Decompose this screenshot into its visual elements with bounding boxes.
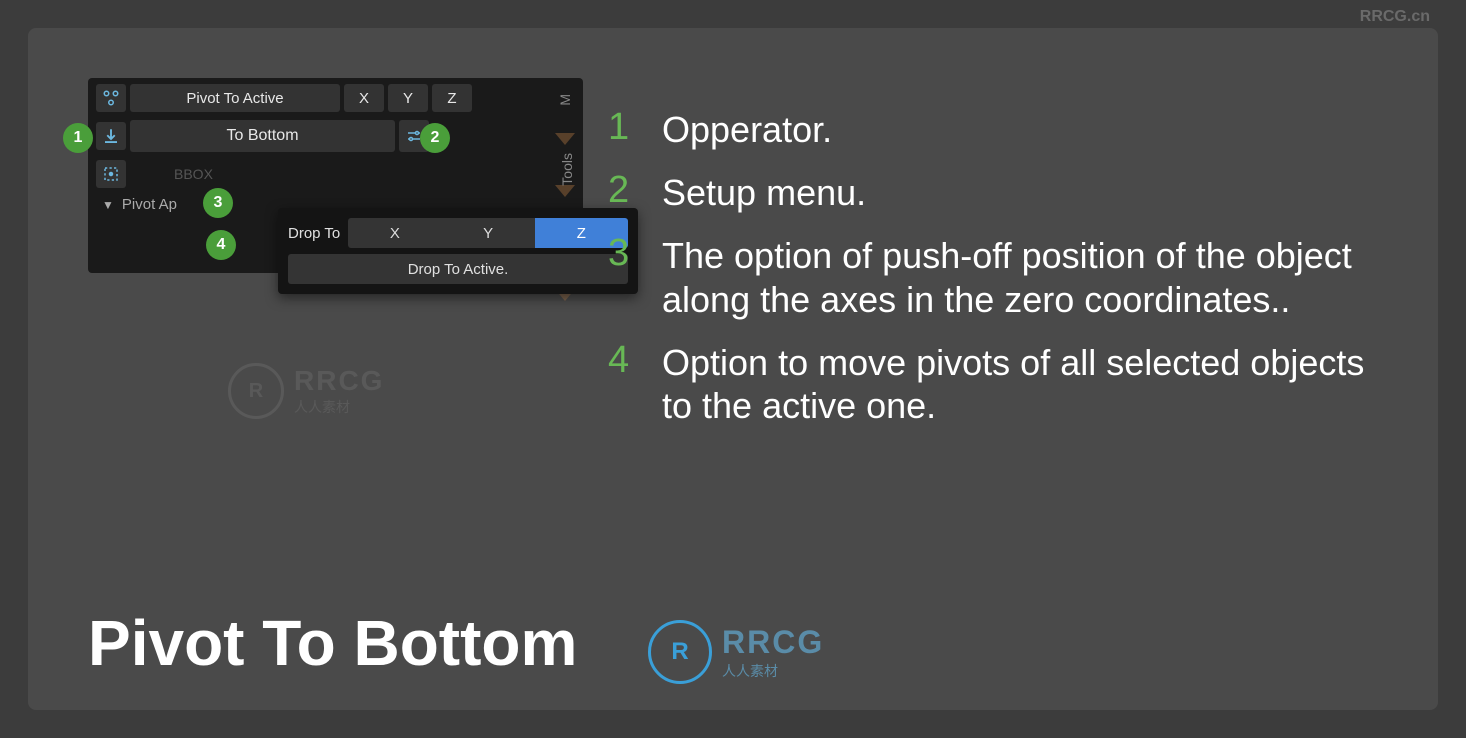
vertical-m-label: M: [557, 94, 573, 106]
pivot-apply-label: Pivot Ap: [122, 196, 177, 213]
legend-list: 1 Opperator. 2 Setup menu. 3 The option …: [608, 106, 1378, 445]
drop-to-axis-group: X Y Z: [348, 218, 628, 248]
watermark-bottom-logo-icon: R: [648, 620, 712, 684]
expand-caret-icon: ▼: [102, 198, 114, 212]
legend-num-1: 1: [608, 106, 632, 149]
pivot-to-active-button[interactable]: Pivot To Active: [130, 84, 340, 112]
watermark-top-right: RRCG.cn: [1360, 8, 1430, 26]
main-content-panel: Pivot To Active X Y Z To Bottom: [28, 28, 1438, 710]
drop-to-x-button[interactable]: X: [348, 218, 441, 248]
watermark-center: R RRCG 人人素材: [228, 363, 384, 419]
axis-z-button[interactable]: Z: [432, 84, 472, 112]
drop-to-y-button[interactable]: Y: [442, 218, 535, 248]
axis-x-button[interactable]: X: [344, 84, 384, 112]
to-bottom-row: To Bottom: [88, 116, 583, 156]
bbox-icon[interactable]: [96, 160, 126, 188]
watermark-bottom-text-sub: 人人素材: [722, 661, 824, 681]
legend-num-3: 3: [608, 232, 632, 275]
legend-num-2: 2: [608, 169, 632, 212]
legend-text-4: Option to move pivots of all selected ob…: [662, 339, 1378, 427]
marker-4: 4: [206, 230, 236, 260]
axis-y-button[interactable]: Y: [388, 84, 428, 112]
legend-text-1: Opperator.: [662, 106, 832, 151]
to-bottom-button[interactable]: To Bottom: [130, 120, 395, 152]
download-icon[interactable]: [96, 122, 126, 150]
legend-item-2: 2 Setup menu.: [608, 169, 1378, 214]
setup-menu-popup: Drop To X Y Z Drop To Active.: [278, 208, 638, 294]
legend-text-3: The option of push-off position of the o…: [662, 232, 1378, 320]
drop-to-label: Drop To: [288, 225, 340, 242]
marker-3: 3: [203, 188, 233, 218]
drop-to-active-button[interactable]: Drop To Active.: [288, 254, 628, 284]
pivot-to-active-row: Pivot To Active X Y Z: [88, 78, 583, 116]
drop-to-row: Drop To X Y Z: [288, 218, 628, 248]
watermark-text-sub: 人人素材: [294, 397, 384, 417]
legend-item-3: 3 The option of push-off position of the…: [608, 232, 1378, 320]
page-title: Pivot To Bottom: [88, 606, 577, 680]
legend-text-2: Setup menu.: [662, 169, 866, 214]
legend-item-1: 1 Opperator.: [608, 106, 1378, 151]
watermark-text-main: RRCG: [294, 365, 384, 397]
watermark-logo-icon: R: [228, 363, 284, 419]
marker-2: 2: [420, 123, 450, 153]
legend-num-4: 4: [608, 339, 632, 382]
watermark-bottom: R RRCG 人人素材: [648, 620, 824, 684]
watermark-bottom-text-main: RRCG: [722, 624, 824, 661]
legend-item-4: 4 Option to move pivots of all selected …: [608, 339, 1378, 427]
pivot-icon[interactable]: [96, 84, 126, 112]
bbox-row: BBOX: [88, 156, 583, 192]
vertical-tools-label: Tools: [559, 153, 575, 186]
marker-1: 1: [63, 123, 93, 153]
ui-panel-screenshot: Pivot To Active X Y Z To Bottom: [88, 78, 583, 273]
bbox-label: BBOX: [134, 166, 213, 182]
